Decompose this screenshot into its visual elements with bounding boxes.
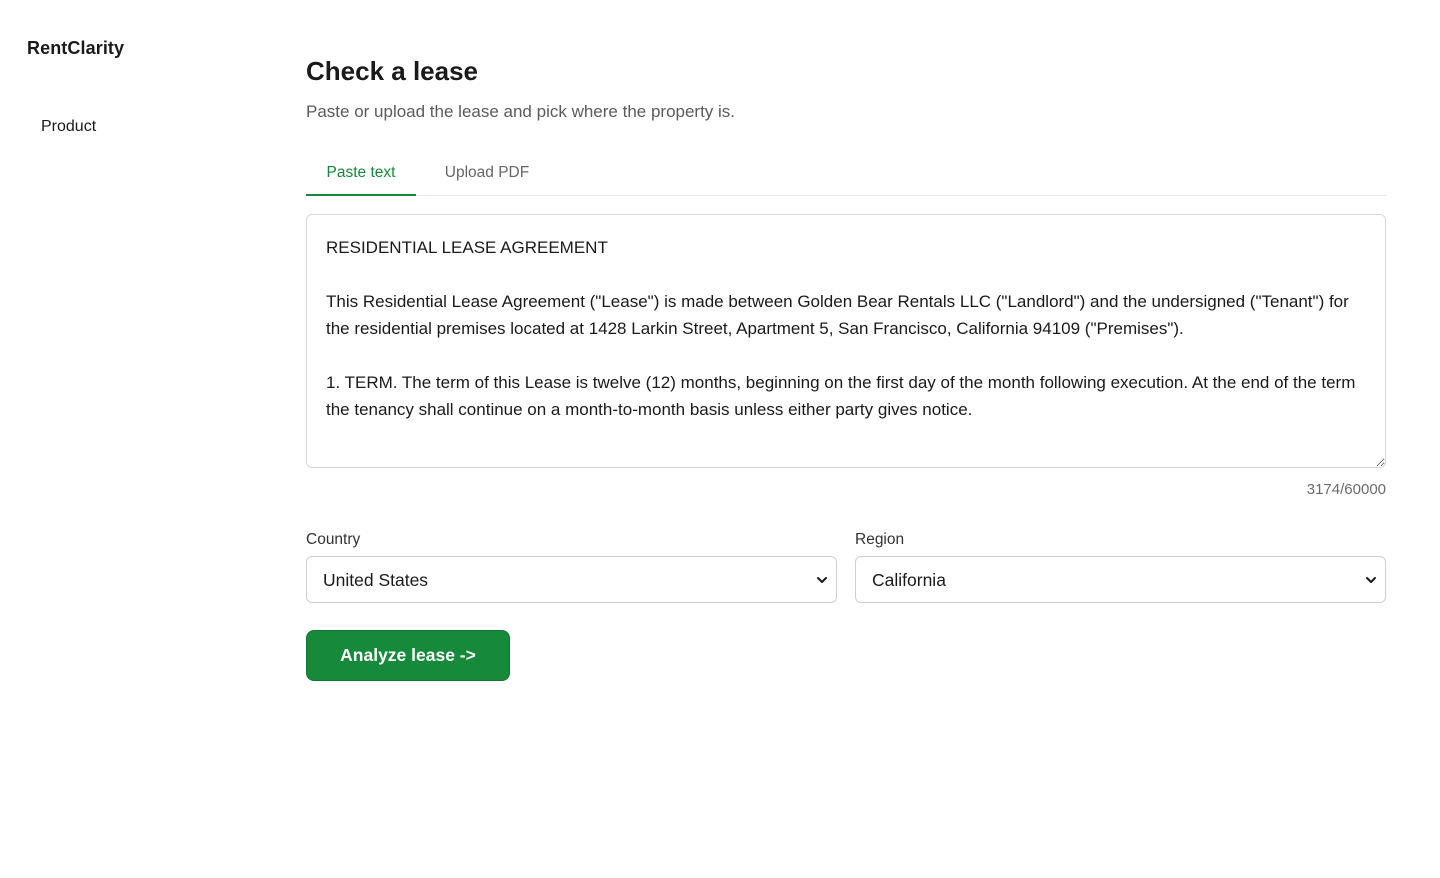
region-label: Region — [855, 531, 905, 548]
country-select[interactable]: United States — [306, 556, 837, 603]
region-select-value: California — [872, 570, 946, 590]
sidebar-item-product[interactable]: Product — [41, 118, 96, 136]
lease-text-input[interactable] — [306, 214, 1386, 468]
analyze-lease-button[interactable]: Analyze lease -> — [306, 630, 510, 681]
character-count: 3174/60000 — [1306, 481, 1386, 498]
input-mode-tabs: Paste text Upload PDF — [306, 152, 1386, 196]
brand-logo[interactable]: RentClarity — [27, 38, 124, 59]
tab-upload-pdf[interactable]: Upload PDF — [432, 152, 542, 196]
page-title: Check a lease — [306, 56, 479, 86]
app-root: RentClarity Product Check a lease Paste … — [0, 0, 1440, 878]
sidebar: RentClarity Product — [0, 0, 270, 878]
country-label: Country — [306, 531, 361, 548]
region-select[interactable]: California — [855, 556, 1386, 603]
chevron-down-icon — [1366, 577, 1376, 583]
country-select-value: United States — [323, 570, 429, 590]
chevron-down-icon — [817, 577, 827, 583]
tab-paste-text[interactable]: Paste text — [306, 152, 416, 196]
page-subtitle: Paste or upload the lease and pick where… — [306, 102, 736, 121]
